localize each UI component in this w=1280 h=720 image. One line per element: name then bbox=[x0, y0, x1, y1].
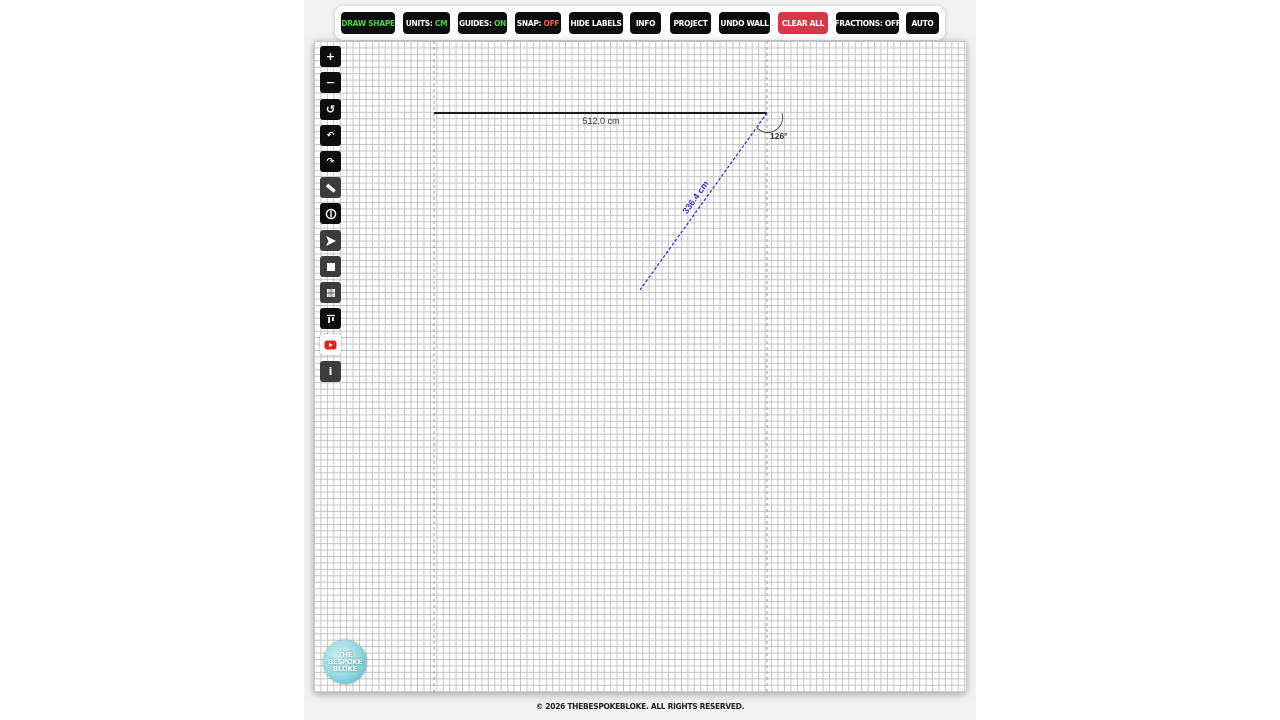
angle-arc bbox=[756, 112, 784, 133]
align-top-button[interactable] bbox=[320, 308, 341, 329]
youtube-icon bbox=[324, 340, 337, 349]
logo-text: THE BESPOKE BLOKE bbox=[327, 650, 363, 673]
info-icon: i bbox=[328, 365, 333, 378]
fractions-toggle-button[interactable]: FRACTIONS: OFF bbox=[834, 12, 901, 34]
project-button[interactable]: PROJECT bbox=[670, 12, 711, 34]
footer-copyright: © 2026 THEBESPOKEBLOKE. ALL RIGHTS RESER… bbox=[535, 702, 745, 711]
units-toggle-button[interactable]: UNITS: CM bbox=[403, 12, 450, 34]
fractions-label: FRACTIONS: OFF bbox=[834, 18, 901, 28]
angle-label: 126° bbox=[770, 131, 788, 141]
redo-icon: ↷ bbox=[326, 156, 335, 167]
rotate-icon: ↺ bbox=[325, 103, 336, 116]
units-value: CM bbox=[434, 18, 448, 28]
info-label: INFO bbox=[635, 18, 656, 28]
undo-icon: ↶ bbox=[326, 130, 335, 141]
zoom-in-button[interactable]: + bbox=[320, 46, 341, 67]
guides-value: ON bbox=[493, 18, 507, 28]
preview-wall-line bbox=[639, 112, 768, 291]
door-button[interactable] bbox=[320, 203, 341, 224]
minus-icon: − bbox=[325, 76, 336, 89]
ruler-icon bbox=[325, 183, 336, 193]
window-button[interactable] bbox=[320, 256, 341, 277]
undo-wall-button[interactable]: UNDO WALL bbox=[719, 12, 770, 34]
align-top-icon bbox=[326, 314, 335, 323]
project-label: PROJECT bbox=[673, 18, 708, 28]
units-label: UNITS: bbox=[405, 18, 433, 28]
clear-all-button[interactable]: CLEAR ALL bbox=[778, 12, 828, 34]
hide-labels-button[interactable]: HIDE LABELS bbox=[569, 12, 623, 34]
pointer-icon bbox=[325, 235, 336, 246]
youtube-button[interactable] bbox=[320, 334, 341, 355]
square-icon bbox=[326, 262, 335, 271]
auto-button[interactable]: AUTO bbox=[906, 12, 939, 34]
auto-label: AUTO bbox=[911, 18, 934, 28]
info-button[interactable]: INFO bbox=[630, 12, 661, 34]
guides-label: GUIDES: bbox=[458, 18, 492, 28]
undo-wall-label: UNDO WALL bbox=[720, 18, 769, 28]
hide-labels-label: HIDE LABELS bbox=[570, 18, 622, 28]
snap-label: SNAP: bbox=[516, 18, 542, 28]
measure-button[interactable] bbox=[320, 177, 341, 198]
snap-toggle-button[interactable]: SNAP: OFF bbox=[515, 12, 561, 34]
about-button[interactable]: i bbox=[320, 361, 341, 382]
draw-shape-button[interactable]: DRAW SHAPE bbox=[341, 12, 395, 34]
brand-logo[interactable]: THE BESPOKE BLOKE bbox=[323, 640, 367, 684]
grid-icon bbox=[326, 288, 335, 297]
draw-shape-label: DRAW SHAPE bbox=[341, 18, 395, 28]
undo-button[interactable]: ↶ bbox=[320, 125, 341, 146]
zoom-out-button[interactable]: − bbox=[320, 72, 341, 93]
top-toolbar: DRAW SHAPE UNITS: CM GUIDES: ON SNAP: OF… bbox=[335, 6, 945, 40]
reset-view-button[interactable]: ↺ bbox=[320, 99, 341, 120]
clear-all-label: CLEAR ALL bbox=[781, 18, 825, 28]
floorplan-drawing: 512.0 cm 126° 336.4 cm bbox=[433, 41, 788, 692]
redo-button[interactable]: ↷ bbox=[320, 151, 341, 172]
door-icon bbox=[325, 208, 336, 219]
grid-button[interactable] bbox=[320, 282, 341, 303]
drawing-canvas[interactable]: 512.0 cm 126° 336.4 cm bbox=[314, 41, 966, 692]
preview-length-label: 336.4 cm bbox=[680, 179, 710, 216]
snap-value: OFF bbox=[543, 18, 560, 28]
plus-icon: + bbox=[325, 50, 336, 63]
select-button[interactable] bbox=[320, 230, 341, 251]
guides-toggle-button[interactable]: GUIDES: ON bbox=[458, 12, 507, 34]
wall-length-label: 512.0 cm bbox=[582, 116, 619, 126]
